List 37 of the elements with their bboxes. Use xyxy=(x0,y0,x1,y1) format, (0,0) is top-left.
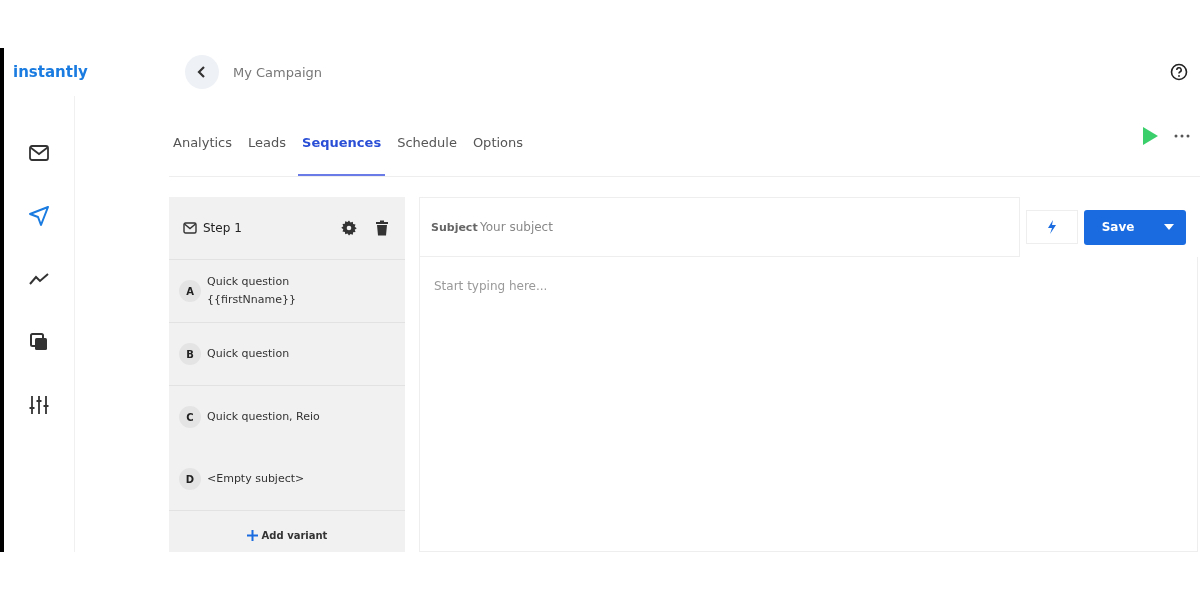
logo[interactable]: instantly xyxy=(13,63,185,81)
sliders-icon[interactable] xyxy=(28,394,50,416)
send-icon[interactable] xyxy=(28,205,50,227)
step-title: Step 1 xyxy=(203,221,243,235)
body-field[interactable]: Start typing here... xyxy=(419,257,1198,552)
help-icon[interactable] xyxy=(1170,63,1188,81)
variant-subject: <Empty subject> xyxy=(207,471,305,487)
variant-subject: Quick question, Reio xyxy=(207,409,320,425)
lightning-icon xyxy=(1047,220,1057,234)
variant-letter: C xyxy=(179,406,201,428)
variant-item[interactable]: C Quick question, Reio xyxy=(169,386,405,448)
variant-item[interactable]: B Quick question xyxy=(169,323,405,386)
tab[interactable]: Schedule xyxy=(393,96,461,176)
copy-icon[interactable] xyxy=(28,331,50,353)
mail-icon[interactable] xyxy=(28,142,50,164)
mail-icon xyxy=(183,222,197,234)
plus-icon xyxy=(246,530,258,541)
subject-label: Subject xyxy=(430,220,479,234)
variant-letter: D xyxy=(179,468,201,490)
variant-subject: Quick question {{firstNname}} xyxy=(207,274,297,308)
variant-letter: A xyxy=(179,280,201,302)
more-icon[interactable] xyxy=(1174,134,1190,138)
campaign-title: My Campaign xyxy=(233,64,324,80)
tab[interactable]: Options xyxy=(468,96,528,176)
settings-icon[interactable] xyxy=(341,220,357,236)
variant-item[interactable]: D <Empty subject> xyxy=(169,448,405,511)
tab[interactable]: Sequences xyxy=(298,96,386,176)
variant-subject: Quick question xyxy=(207,346,290,362)
tab[interactable]: Analytics xyxy=(169,96,237,176)
tab[interactable]: Leads xyxy=(244,96,291,176)
variant-letter: B xyxy=(179,343,201,365)
caret-icon xyxy=(1164,224,1174,230)
trash-icon[interactable] xyxy=(375,220,389,236)
back-button[interactable] xyxy=(185,55,219,89)
chevron-left-icon xyxy=(196,65,208,79)
variant-item[interactable]: A Quick question {{firstNname}} xyxy=(169,260,405,323)
add-variant-button[interactable]: Add variant xyxy=(240,529,334,542)
